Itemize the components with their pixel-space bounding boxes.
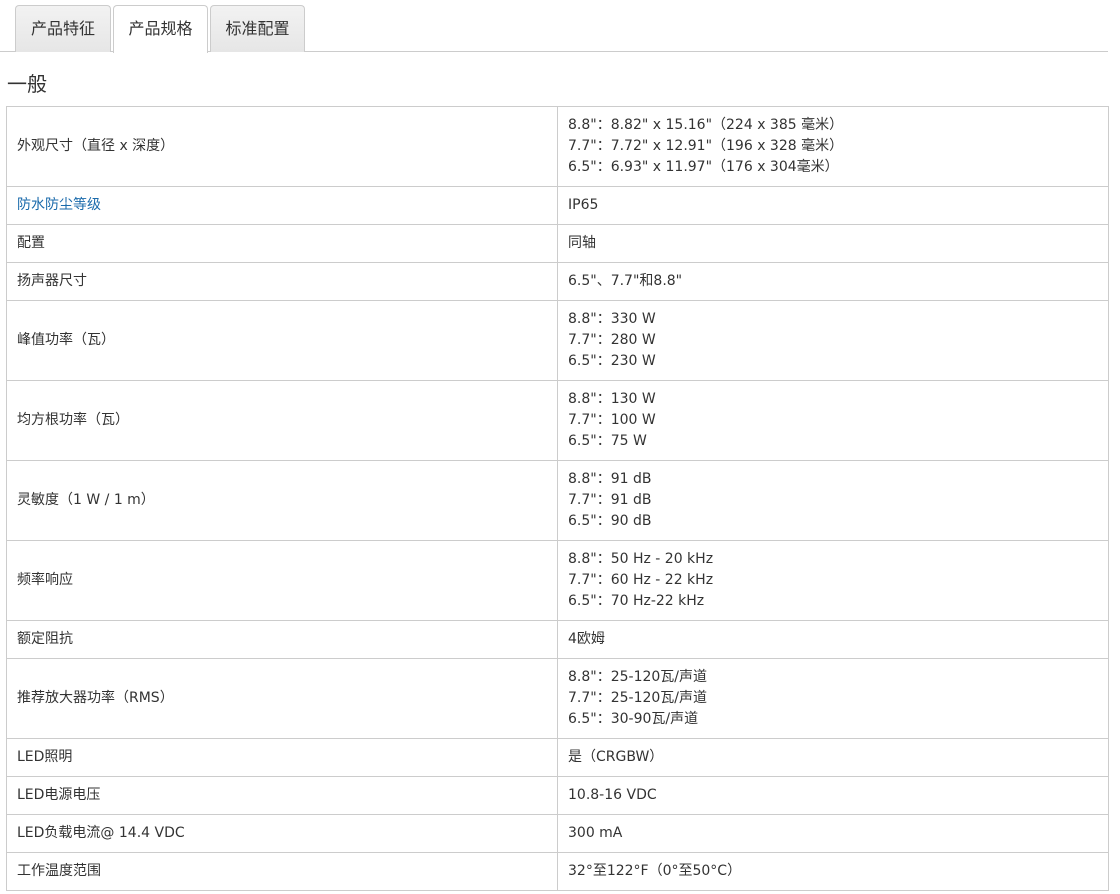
spec-row: 峰值功率（瓦） 8.8"：330 W 7.7"：280 W 6.5"：230 W: [6, 300, 1109, 381]
spec-label-cell: 峰值功率（瓦）: [6, 300, 558, 381]
tab-bar: 产品特征 产品规格 标准配置: [0, 0, 1108, 53]
spec-value-cell: 8.8"：25-120瓦/声道 7.7"：25-120瓦/声道 6.5"：30-90…: [557, 658, 1109, 739]
spec-row: 外观尺寸（直径 x 深度） 8.8"：8.82" x 15.16"（224 x 3…: [6, 106, 1109, 187]
spec-value: 6.5"、7.7"和8.8": [568, 273, 683, 289]
spec-label-cell: 工作温度范围: [6, 852, 558, 891]
spec-value: 8.8"：330 W: [568, 311, 656, 327]
spec-label: 灵敏度（1 W / 1 m）: [17, 492, 155, 508]
section-title: 一般: [7, 72, 47, 96]
spec-label-cell: 推荐放大器功率（RMS）: [6, 658, 558, 739]
spec-label-cell: 灵敏度（1 W / 1 m）: [6, 460, 558, 541]
spec-value: 6.5"：90 dB: [568, 513, 652, 529]
tab-features[interactable]: 产品特征: [15, 5, 111, 52]
spec-label-cell: 配置: [6, 224, 558, 263]
spec-value: 6.5"：230 W: [568, 353, 656, 369]
spec-label: LED负载电流@ 14.4 VDC: [17, 825, 185, 841]
spec-value: 6.5"：75 W: [568, 433, 647, 449]
spec-value: 同轴: [568, 235, 596, 251]
spec-value-cell: 是（CRGBW）: [557, 738, 1109, 777]
spec-label: LED电源电压: [17, 787, 101, 803]
spec-row: 额定阻抗 4欧姆: [6, 620, 1109, 659]
spec-row: LED负载电流@ 14.4 VDC 300 mA: [6, 814, 1109, 853]
spec-label: 工作温度范围: [17, 863, 101, 879]
spec-value: 8.8"：91 dB: [568, 471, 652, 487]
spec-value: 8.8"：50 Hz - 20 kHz: [568, 551, 714, 567]
spec-row: 频率响应 8.8"：50 Hz - 20 kHz 7.7"：60 Hz - 22 k…: [6, 540, 1109, 621]
spec-value: 4欧姆: [568, 631, 605, 647]
spec-value-cell: 300 mA: [557, 814, 1109, 853]
spec-row: LED照明 是（CRGBW）: [6, 738, 1109, 777]
spec-row: 防水防尘等级 IP65: [6, 186, 1109, 225]
spec-label-cell: 外观尺寸（直径 x 深度）: [6, 106, 558, 187]
spec-label-link[interactable]: 防水防尘等级: [17, 197, 101, 213]
spec-value: 6.5"：30-90瓦/声道: [568, 711, 699, 727]
spec-value: 6.5"：70 Hz-22 kHz: [568, 593, 705, 609]
spec-value-cell: 8.8"：130 W 7.7"：100 W 6.5"：75 W: [557, 380, 1109, 461]
spec-label: 额定阻抗: [17, 631, 73, 647]
spec-value-cell: IP65: [557, 186, 1109, 225]
spec-value: 8.8"：8.82" x 15.16"（224 x 385 毫米）: [568, 117, 844, 133]
spec-value-cell: 同轴: [557, 224, 1109, 263]
tab-standard-config[interactable]: 标准配置: [210, 5, 305, 52]
spec-value-cell: 32°至122°F（0°至50°C）: [557, 852, 1109, 891]
spec-value: 7.7"：91 dB: [568, 492, 652, 508]
spec-label-cell: LED照明: [6, 738, 558, 777]
spec-value-cell: 8.8"：91 dB 7.7"：91 dB 6.5"：90 dB: [557, 460, 1109, 541]
spec-value-cell: 8.8"：50 Hz - 20 kHz 7.7"：60 Hz - 22 kHz 6.…: [557, 540, 1109, 621]
spec-label-cell: 扬声器尺寸: [6, 262, 558, 301]
spec-value: 7.7"：60 Hz - 22 kHz: [568, 572, 714, 588]
spec-value: 300 mA: [568, 825, 623, 841]
spec-value-cell: 4欧姆: [557, 620, 1109, 659]
spec-label-cell: 防水防尘等级: [6, 186, 558, 225]
spec-value: 8.8"：25-120瓦/声道: [568, 669, 708, 685]
spec-label: 频率响应: [17, 572, 73, 588]
spec-row: 扬声器尺寸 6.5"、7.7"和8.8": [6, 262, 1109, 301]
spec-label: 推荐放大器功率（RMS）: [17, 690, 174, 706]
spec-row: 灵敏度（1 W / 1 m） 8.8"：91 dB 7.7"：91 dB 6.5"：9…: [6, 460, 1109, 541]
spec-value: 7.7"：7.72" x 12.91"（196 x 328 毫米）: [568, 138, 844, 154]
spec-value: IP65: [568, 197, 599, 213]
spec-label-cell: 频率响应: [6, 540, 558, 621]
spec-value: 10.8-16 VDC: [568, 787, 657, 803]
spec-value: 7.7"：100 W: [568, 412, 656, 428]
tab-specifications[interactable]: 产品规格: [113, 5, 208, 53]
spec-label: LED照明: [17, 749, 73, 765]
spec-label-cell: LED电源电压: [6, 776, 558, 815]
spec-value: 8.8"：130 W: [568, 391, 656, 407]
spec-row: LED电源电压 10.8-16 VDC: [6, 776, 1109, 815]
spec-value-cell: 8.8"：330 W 7.7"：280 W 6.5"：230 W: [557, 300, 1109, 381]
spec-label: 峰值功率（瓦）: [17, 332, 115, 348]
spec-page: 产品特征 产品规格 标准配置 一般 外观尺寸（直径 x 深度） 8.8"：8.82…: [0, 0, 1120, 894]
spec-label-cell: 额定阻抗: [6, 620, 558, 659]
spec-row: 工作温度范围 32°至122°F（0°至50°C）: [6, 852, 1109, 891]
spec-value: 7.7"：280 W: [568, 332, 656, 348]
spec-value-cell: 6.5"、7.7"和8.8": [557, 262, 1109, 301]
spec-value: 32°至122°F（0°至50°C）: [568, 863, 742, 879]
spec-table: 外观尺寸（直径 x 深度） 8.8"：8.82" x 15.16"（224 x 3…: [6, 106, 1109, 891]
spec-value-cell: 8.8"：8.82" x 15.16"（224 x 385 毫米） 7.7"：7.…: [557, 106, 1109, 187]
spec-label: 配置: [17, 235, 45, 251]
spec-value: 是（CRGBW）: [568, 749, 664, 765]
spec-row: 推荐放大器功率（RMS） 8.8"：25-120瓦/声道 7.7"：25-120瓦/…: [6, 658, 1109, 739]
spec-value: 6.5"：6.93" x 11.97"（176 x 304毫米）: [568, 159, 839, 175]
spec-value: 7.7"：25-120瓦/声道: [568, 690, 708, 706]
spec-row: 配置 同轴: [6, 224, 1109, 263]
spec-label: 均方根功率（瓦）: [17, 412, 129, 428]
spec-label-cell: 均方根功率（瓦）: [6, 380, 558, 461]
spec-value-cell: 10.8-16 VDC: [557, 776, 1109, 815]
spec-row: 均方根功率（瓦） 8.8"：130 W 7.7"：100 W 6.5"：75 W: [6, 380, 1109, 461]
spec-label-cell: LED负载电流@ 14.4 VDC: [6, 814, 558, 853]
spec-label: 扬声器尺寸: [17, 273, 87, 289]
spec-label: 外观尺寸（直径 x 深度）: [17, 138, 175, 154]
